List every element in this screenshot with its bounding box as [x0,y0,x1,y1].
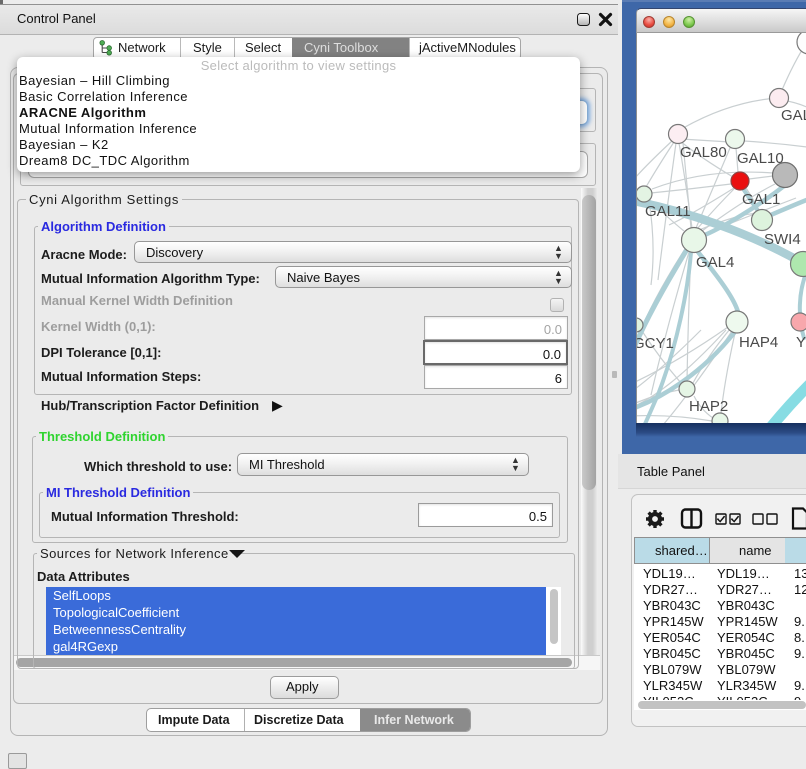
svg-text:HAP4: HAP4 [739,334,778,351]
svg-text:GAL11: GAL11 [645,203,691,220]
svg-text:SWI4: SWI4 [764,231,801,248]
svg-text:GAL10: GAL10 [737,150,784,167]
svg-text:GAL: GAL [781,107,806,124]
svg-text:HAP2: HAP2 [689,398,728,415]
svg-text:GCY1: GCY1 [636,335,674,352]
svg-text:GAL4: GAL4 [696,254,734,271]
svg-text:GAL1: GAL1 [742,191,780,208]
svg-text:GAL80: GAL80 [680,144,727,161]
svg-text:Y: Y [796,334,806,351]
